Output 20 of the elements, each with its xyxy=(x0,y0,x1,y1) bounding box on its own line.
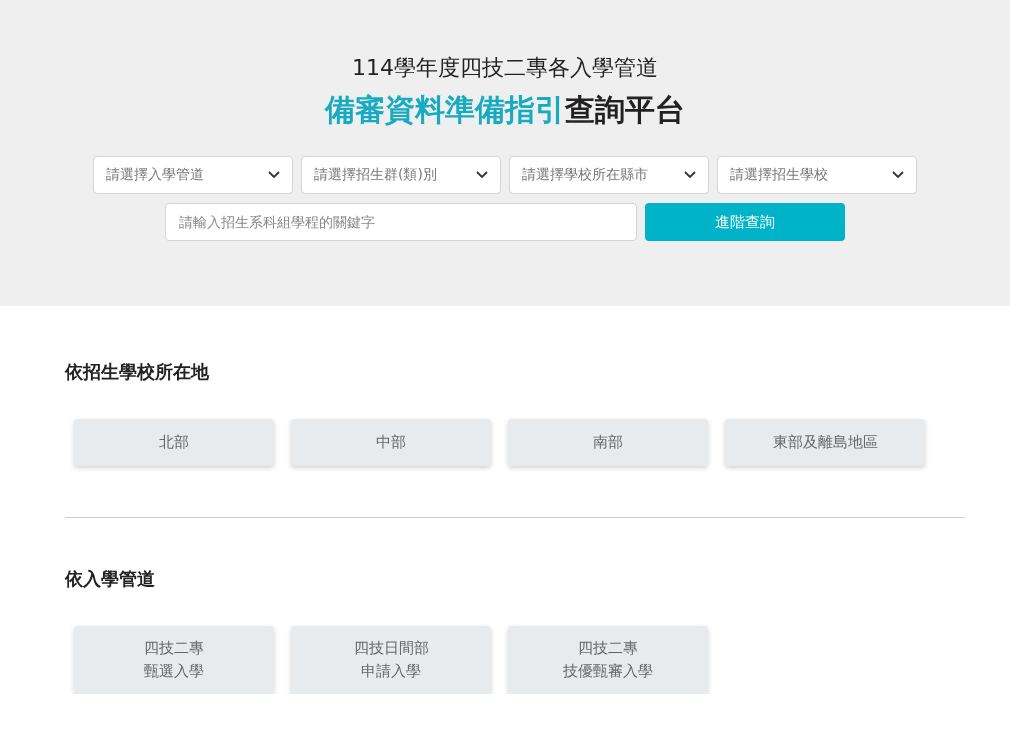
section-heading: 依招生學校所在地 xyxy=(65,360,210,384)
chevron-down-icon xyxy=(892,171,904,179)
category-button[interactable]: 四技二專 甄選入學 xyxy=(74,626,274,694)
keyword-search-field[interactable]: 請輸入招生系科組學程的關鍵字 xyxy=(165,203,637,241)
dropdown-select[interactable]: 請選擇學校所在縣市 xyxy=(509,156,709,194)
category-button[interactable]: 南部 xyxy=(508,419,708,466)
category-button[interactable]: 四技二專 技優甄審入學 xyxy=(508,626,708,694)
category-button[interactable]: 東部及離島地區 xyxy=(725,419,925,466)
category-button[interactable]: 北部 xyxy=(74,419,274,466)
chevron-down-icon xyxy=(684,171,696,179)
dropdown-select[interactable]: 請選擇招生群(類)別 xyxy=(301,156,501,194)
category-button[interactable]: 中部 xyxy=(291,419,491,466)
section-heading: 依入學管道 xyxy=(65,567,156,591)
dropdown-select[interactable]: 請選擇入學管道 xyxy=(93,156,293,194)
chevron-down-icon xyxy=(476,171,488,179)
page-subtitle: 114學年度四技二專各入學管道 xyxy=(351,54,659,82)
category-button[interactable]: 四技日間部 申請入學 xyxy=(291,626,491,694)
dropdown-select[interactable]: 請選擇招生學校 xyxy=(717,156,917,194)
page-title: 備審資料準備指引查詢平台 xyxy=(323,91,686,129)
chevron-down-icon xyxy=(268,171,280,179)
